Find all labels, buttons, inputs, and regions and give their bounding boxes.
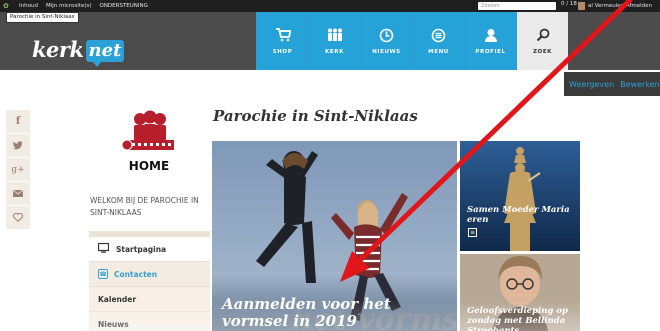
menu-item-label: Nieuws (98, 319, 129, 329)
nav-label: SHOP (272, 48, 293, 55)
avatar (578, 2, 585, 10)
menu-icon (431, 28, 446, 46)
edit-tabs: Weergeven Bewerken (564, 72, 660, 96)
welcome-text: WELKOM BIJ DE PAROCHIE IN SINT-NIKLAAS (90, 196, 199, 217)
menu-item-startpagina[interactable]: Startpagina (89, 237, 210, 262)
tab-view[interactable]: Weergeven (569, 80, 614, 89)
hero-title[interactable]: Aanmelden voor het vormsel in 2019 (222, 296, 452, 330)
article-icon: ≡ (468, 228, 477, 237)
nav-zoek[interactable]: ZOEK (516, 12, 568, 70)
menu-item-label: Startpagina (116, 244, 167, 254)
nav-label: MENU (428, 48, 449, 55)
clock-icon (379, 28, 394, 46)
page-title: Parochie in Sint-Niklaas (213, 107, 418, 125)
emblem-text: HOME (129, 159, 169, 173)
nav-profiel[interactable]: PROFIEL (464, 12, 516, 70)
admin-item-ondersteuning[interactable]: ONDERSTEUNING (99, 3, 147, 9)
heart-icon[interactable] (6, 206, 30, 230)
news-tile-maria[interactable]: Samen Moeder Maria eren ≡ (460, 141, 580, 251)
hero-news-card[interactable]: het vormsel Aanmelden voor het vormsel i… (212, 141, 457, 331)
admin-count: 0 / 18 (561, 1, 577, 7)
contact-card-icon: ☎ (98, 269, 108, 279)
parish-emblem[interactable]: HOME (120, 110, 178, 176)
logo-net: net (85, 40, 125, 67)
browser-page: ✿ Inhoud Mijn microsite(s) ONDERSTEUNING… (0, 0, 660, 331)
side-menu: Startpagina ☎ Contacten Kalender Nieuws (89, 237, 210, 331)
admin-item-microsites[interactable]: Mijn microsite(s) (46, 3, 92, 9)
menu-item-label: Kalender (98, 294, 137, 304)
menu-item-kalender[interactable]: Kalender (89, 287, 210, 312)
admin-user-label[interactable]: al Vermeulen Afmelden (588, 3, 652, 9)
admin-item-inhoud[interactable]: Inhoud (19, 3, 38, 9)
nav-label: KERK (325, 48, 344, 55)
menu-item-label: Contacten (114, 269, 158, 279)
tile-title[interactable]: Samen Moeder Maria eren (467, 205, 573, 225)
tile-title[interactable]: Geloofsverdieping op zondag met Bellinda… (467, 306, 573, 331)
admin-search-input[interactable]: Zoeken (478, 2, 556, 10)
twitter-icon[interactable] (6, 134, 30, 158)
mail-icon[interactable] (6, 182, 30, 206)
statue-photo (460, 141, 580, 251)
news-tile-bellinda[interactable]: Geloofsverdieping op zondag met Bellinda… (460, 254, 580, 331)
nav-menu[interactable]: MENU (412, 12, 464, 70)
main-nav: SHOP KERK NIEUWS MENU PROFIEL ZOEK (256, 12, 568, 70)
logo-kerk: kerk (32, 37, 84, 62)
search-icon (536, 28, 550, 46)
kerknet-logo[interactable]: kerk net (32, 34, 125, 67)
nav-kerk[interactable]: KERK (308, 12, 360, 70)
monitor-icon (97, 242, 110, 256)
nav-label: PROFIEL (475, 48, 506, 55)
social-bar: f g+ (6, 110, 30, 230)
nav-nieuws[interactable]: NIEUWS (360, 12, 412, 70)
google-plus-icon[interactable]: g+ (6, 158, 30, 182)
nav-shop[interactable]: SHOP (256, 12, 308, 70)
facebook-icon[interactable]: f (6, 110, 30, 134)
admin-user[interactable]: al Vermeulen Afmelden (578, 0, 652, 12)
wordpress-icon[interactable]: ✿ (3, 2, 11, 10)
nav-label: ZOEK (532, 48, 553, 55)
menu-item-contacten[interactable]: ☎ Contacten (89, 262, 210, 287)
tab-edit[interactable]: Bewerken (620, 80, 660, 89)
people-icon (326, 28, 344, 46)
tooltip: Parochie in Sint-Niklaas (6, 12, 79, 23)
nav-label: NIEUWS (372, 48, 401, 55)
user-icon (484, 28, 498, 46)
menu-item-nieuws[interactable]: Nieuws (89, 312, 210, 331)
cart-icon (275, 27, 292, 46)
admin-bar: ✿ Inhoud Mijn microsite(s) ONDERSTEUNING… (0, 0, 660, 12)
